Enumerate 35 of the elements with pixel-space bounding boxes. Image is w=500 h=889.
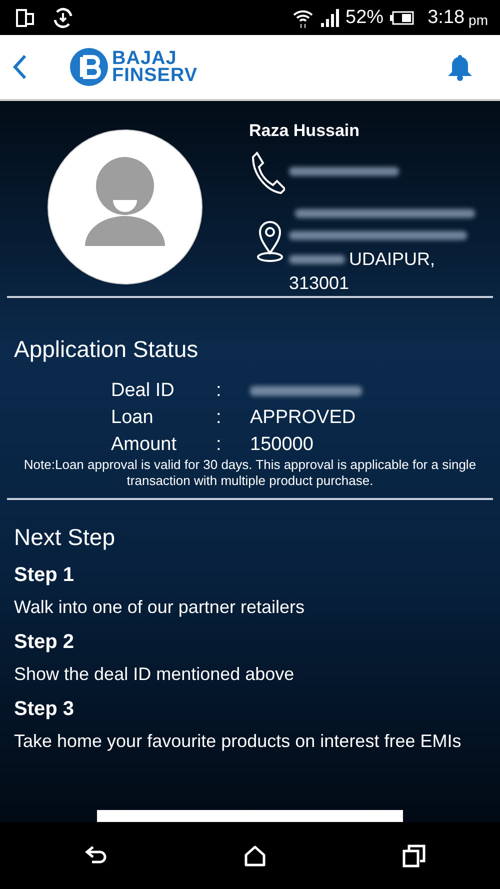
section-title: Application Status: [14, 336, 200, 363]
back-icon[interactable]: [84, 844, 108, 866]
recent-apps-icon[interactable]: [402, 844, 426, 868]
field-value: 150000: [250, 433, 314, 456]
step-text: Walk into one of our partner retailers: [14, 597, 306, 618]
address-postcode: 313001: [289, 272, 350, 295]
field-value: APPROVED: [250, 406, 357, 429]
field-label: Loan: [111, 406, 154, 429]
clock-time: 3:18: [428, 6, 465, 28]
phone-icon: [249, 149, 285, 195]
separator: :: [216, 406, 222, 429]
field-label: Amount: [111, 433, 178, 456]
sync-icon: [52, 6, 74, 28]
step-title: Step 1: [14, 563, 76, 587]
notification-bell-icon[interactable]: [446, 53, 474, 81]
section-title: Next Step: [14, 524, 116, 551]
battery-percent: 52%: [346, 6, 384, 28]
clock-period: pm: [468, 12, 488, 28]
step-text: Take home your favourite products on interest free EMIs: [14, 731, 462, 752]
customer-name: Raza Hussain: [249, 121, 361, 141]
address-city: UDAIPUR,: [349, 248, 436, 271]
signal-icon: [320, 8, 340, 26]
step-title: Step 2: [14, 630, 76, 654]
brand-logo: BAJAJ FINSERV: [69, 47, 198, 87]
separator: :: [216, 379, 222, 402]
location-pin-icon: [255, 219, 285, 263]
screen-mirror-icon: [16, 8, 34, 28]
home-icon[interactable]: [244, 844, 266, 866]
step-text: Show the deal ID mentioned above: [14, 664, 296, 685]
redaction-blur: [289, 254, 345, 264]
approval-note: Note:Loan approval is valid for 30 days. This approval is applicable for a single transaction with multiple product purchase.: [22, 457, 478, 489]
battery-icon: [390, 10, 414, 24]
step-title: Step 3: [14, 697, 76, 721]
field-label: Deal ID: [111, 379, 176, 402]
separator: :: [216, 433, 222, 456]
